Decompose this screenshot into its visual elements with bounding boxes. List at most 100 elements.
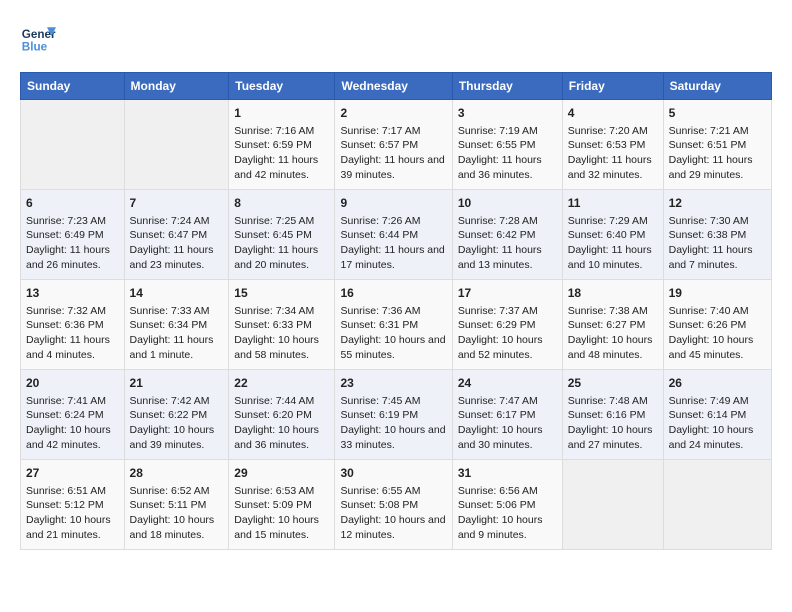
calendar-week-3: 13Sunrise: 7:32 AMSunset: 6:36 PMDayligh… [21,280,772,370]
calendar-cell: 17Sunrise: 7:37 AMSunset: 6:29 PMDayligh… [452,280,562,370]
day-number: 22 [234,375,329,392]
day-info: Daylight: 10 hours and 9 minutes. [458,513,557,542]
calendar-cell: 22Sunrise: 7:44 AMSunset: 6:20 PMDayligh… [229,370,335,460]
day-info: Sunrise: 7:40 AM [669,304,766,319]
calendar-week-4: 20Sunrise: 7:41 AMSunset: 6:24 PMDayligh… [21,370,772,460]
calendar-cell: 26Sunrise: 7:49 AMSunset: 6:14 PMDayligh… [663,370,771,460]
calendar-cell [562,460,663,550]
calendar-cell: 16Sunrise: 7:36 AMSunset: 6:31 PMDayligh… [335,280,452,370]
day-info: Sunset: 5:08 PM [340,498,446,513]
day-info: Sunset: 6:47 PM [130,228,224,243]
day-number: 9 [340,195,446,212]
calendar-cell: 29Sunrise: 6:53 AMSunset: 5:09 PMDayligh… [229,460,335,550]
day-info: Sunrise: 7:44 AM [234,394,329,409]
day-number: 29 [234,465,329,482]
day-info: Daylight: 11 hours and 26 minutes. [26,243,119,272]
calendar-cell: 30Sunrise: 6:55 AMSunset: 5:08 PMDayligh… [335,460,452,550]
calendar-body: 1Sunrise: 7:16 AMSunset: 6:59 PMDaylight… [21,100,772,550]
day-number: 16 [340,285,446,302]
day-info: Sunrise: 7:33 AM [130,304,224,319]
day-number: 6 [26,195,119,212]
day-number: 20 [26,375,119,392]
day-info: Sunset: 6:40 PM [568,228,658,243]
calendar-cell: 4Sunrise: 7:20 AMSunset: 6:53 PMDaylight… [562,100,663,190]
calendar-table: Sunday Monday Tuesday Wednesday Thursday… [20,72,772,550]
page-header: General Blue [20,20,772,56]
calendar-cell: 15Sunrise: 7:34 AMSunset: 6:33 PMDayligh… [229,280,335,370]
calendar-cell [663,460,771,550]
day-info: Sunset: 6:14 PM [669,408,766,423]
day-info: Sunrise: 7:38 AM [568,304,658,319]
day-info: Daylight: 10 hours and 15 minutes. [234,513,329,542]
svg-text:Blue: Blue [22,41,48,54]
day-info: Sunset: 6:27 PM [568,318,658,333]
day-info: Sunrise: 7:28 AM [458,214,557,229]
day-info: Sunset: 6:44 PM [340,228,446,243]
day-info: Sunset: 5:06 PM [458,498,557,513]
day-number: 11 [568,195,658,212]
day-info: Sunset: 6:29 PM [458,318,557,333]
day-number: 5 [669,105,766,122]
day-number: 27 [26,465,119,482]
calendar-cell: 11Sunrise: 7:29 AMSunset: 6:40 PMDayligh… [562,190,663,280]
day-info: Sunset: 6:38 PM [669,228,766,243]
calendar-cell: 25Sunrise: 7:48 AMSunset: 6:16 PMDayligh… [562,370,663,460]
day-info: Daylight: 11 hours and 29 minutes. [669,153,766,182]
day-info: Daylight: 10 hours and 21 minutes. [26,513,119,542]
day-info: Sunrise: 7:37 AM [458,304,557,319]
day-info: Sunrise: 7:49 AM [669,394,766,409]
day-info: Sunset: 6:51 PM [669,138,766,153]
day-info: Sunrise: 7:36 AM [340,304,446,319]
col-friday: Friday [562,73,663,100]
calendar-cell: 6Sunrise: 7:23 AMSunset: 6:49 PMDaylight… [21,190,125,280]
day-number: 10 [458,195,557,212]
day-info: Sunset: 6:42 PM [458,228,557,243]
calendar-cell: 10Sunrise: 7:28 AMSunset: 6:42 PMDayligh… [452,190,562,280]
day-number: 24 [458,375,557,392]
day-info: Sunset: 5:11 PM [130,498,224,513]
day-info: Daylight: 10 hours and 36 minutes. [234,423,329,452]
col-monday: Monday [124,73,229,100]
day-info: Daylight: 11 hours and 42 minutes. [234,153,329,182]
calendar-cell: 14Sunrise: 7:33 AMSunset: 6:34 PMDayligh… [124,280,229,370]
calendar-cell: 20Sunrise: 7:41 AMSunset: 6:24 PMDayligh… [21,370,125,460]
day-info: Daylight: 10 hours and 58 minutes. [234,333,329,362]
day-number: 13 [26,285,119,302]
day-info: Sunrise: 7:25 AM [234,214,329,229]
calendar-cell: 28Sunrise: 6:52 AMSunset: 5:11 PMDayligh… [124,460,229,550]
day-info: Daylight: 10 hours and 24 minutes. [669,423,766,452]
day-info: Daylight: 10 hours and 42 minutes. [26,423,119,452]
col-saturday: Saturday [663,73,771,100]
calendar-cell: 18Sunrise: 7:38 AMSunset: 6:27 PMDayligh… [562,280,663,370]
day-number: 18 [568,285,658,302]
day-number: 23 [340,375,446,392]
calendar-cell: 19Sunrise: 7:40 AMSunset: 6:26 PMDayligh… [663,280,771,370]
day-number: 8 [234,195,329,212]
day-info: Sunset: 6:22 PM [130,408,224,423]
day-info: Sunset: 6:24 PM [26,408,119,423]
day-info: Sunrise: 6:56 AM [458,484,557,499]
col-thursday: Thursday [452,73,562,100]
calendar-cell: 23Sunrise: 7:45 AMSunset: 6:19 PMDayligh… [335,370,452,460]
day-info: Sunset: 5:09 PM [234,498,329,513]
day-info: Sunset: 6:53 PM [568,138,658,153]
calendar-cell: 12Sunrise: 7:30 AMSunset: 6:38 PMDayligh… [663,190,771,280]
day-number: 1 [234,105,329,122]
day-info: Sunset: 6:17 PM [458,408,557,423]
day-info: Daylight: 11 hours and 10 minutes. [568,243,658,272]
day-info: Daylight: 11 hours and 20 minutes. [234,243,329,272]
day-info: Sunset: 6:33 PM [234,318,329,333]
calendar-cell: 1Sunrise: 7:16 AMSunset: 6:59 PMDaylight… [229,100,335,190]
calendar-cell: 9Sunrise: 7:26 AMSunset: 6:44 PMDaylight… [335,190,452,280]
day-info: Daylight: 11 hours and 32 minutes. [568,153,658,182]
day-info: Sunset: 6:31 PM [340,318,446,333]
day-number: 21 [130,375,224,392]
calendar-cell: 2Sunrise: 7:17 AMSunset: 6:57 PMDaylight… [335,100,452,190]
day-info: Sunrise: 7:48 AM [568,394,658,409]
calendar-cell [124,100,229,190]
day-info: Sunrise: 7:42 AM [130,394,224,409]
day-number: 4 [568,105,658,122]
day-number: 30 [340,465,446,482]
day-info: Sunset: 6:16 PM [568,408,658,423]
day-number: 2 [340,105,446,122]
